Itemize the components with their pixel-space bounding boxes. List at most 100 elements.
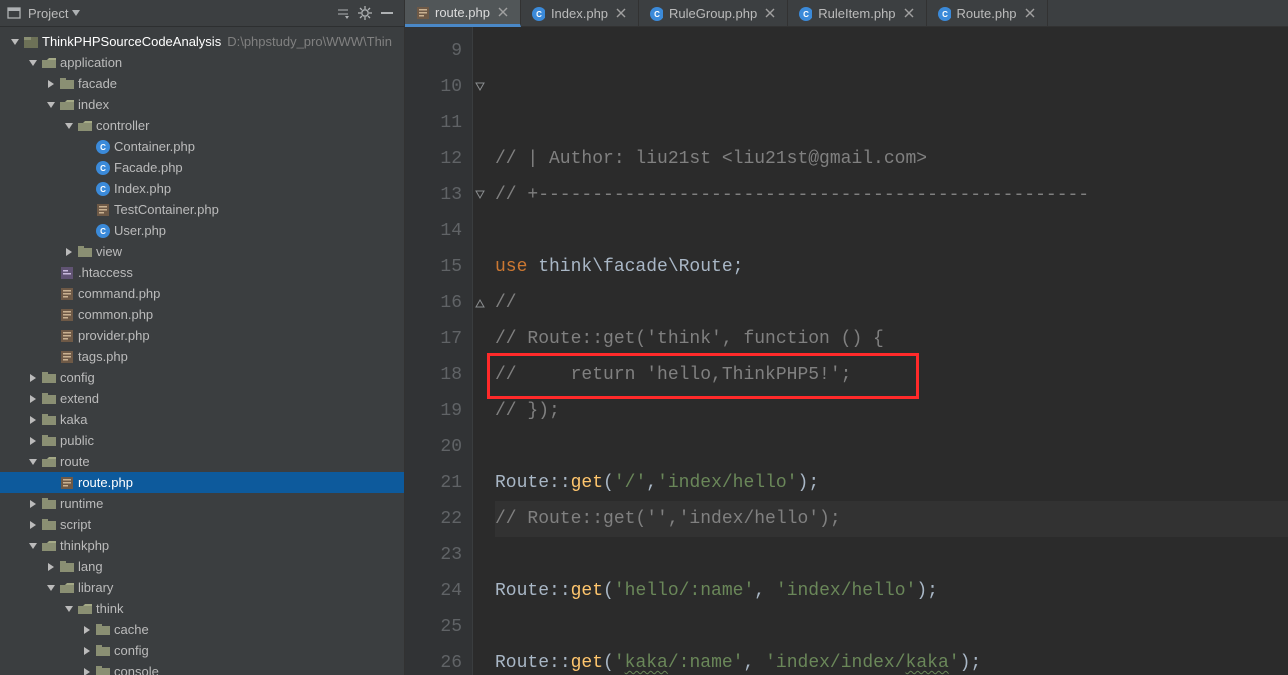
tree-node[interactable]: script xyxy=(0,514,404,535)
editor-tab[interactable]: CRuleItem.php xyxy=(788,0,926,26)
tree-collapse-icon[interactable] xyxy=(44,80,58,88)
line-number[interactable]: 16 xyxy=(405,285,462,321)
code-line[interactable]: // | Author: liu21st <liu21st@gmail.com> xyxy=(495,141,1288,177)
editor-tab[interactable]: route.php xyxy=(405,0,521,27)
tree-collapse-icon[interactable] xyxy=(80,668,94,675)
tree-node[interactable]: common.php xyxy=(0,304,404,325)
tree-node[interactable]: cache xyxy=(0,619,404,640)
code-line[interactable]: // }); xyxy=(495,393,1288,429)
line-number[interactable]: 23 xyxy=(405,537,462,573)
tree-node[interactable]: route.php xyxy=(0,472,404,493)
close-icon[interactable] xyxy=(614,6,628,20)
tree-expand-icon[interactable] xyxy=(26,542,40,550)
tree-expand-icon[interactable] xyxy=(26,59,40,67)
tree-node[interactable]: console xyxy=(0,661,404,675)
tree-node[interactable]: TestContainer.php xyxy=(0,199,404,220)
tree-expand-icon[interactable] xyxy=(62,122,76,130)
code-line[interactable]: Route::get('hello/:name', 'index/hello')… xyxy=(495,573,1288,609)
tree-node[interactable]: tags.php xyxy=(0,346,404,367)
tree-node[interactable]: lang xyxy=(0,556,404,577)
tree-node[interactable]: command.php xyxy=(0,283,404,304)
line-number[interactable]: 18 xyxy=(405,357,462,393)
code-line[interactable]: // xyxy=(495,285,1288,321)
line-number[interactable]: 9 xyxy=(405,33,462,69)
tree-collapse-icon[interactable] xyxy=(80,647,94,655)
tree-collapse-icon[interactable] xyxy=(26,374,40,382)
tree-collapse-icon[interactable] xyxy=(26,521,40,529)
tree-node[interactable]: CUser.php xyxy=(0,220,404,241)
line-number[interactable]: 13 xyxy=(405,177,462,213)
tree-node[interactable]: extend xyxy=(0,388,404,409)
tree-collapse-icon[interactable] xyxy=(44,563,58,571)
tree-node[interactable]: kaka xyxy=(0,409,404,430)
editor-tab[interactable]: CRoute.php xyxy=(927,0,1048,26)
tree-collapse-icon[interactable] xyxy=(26,395,40,403)
tree-node[interactable]: ThinkPHPSourceCodeAnalysisD:\phpstudy_pr… xyxy=(0,31,404,52)
line-number[interactable]: 24 xyxy=(405,573,462,609)
tree-node[interactable]: facade xyxy=(0,73,404,94)
tree-node[interactable]: thinkphp xyxy=(0,535,404,556)
tree-collapse-icon[interactable] xyxy=(26,500,40,508)
code-line[interactable] xyxy=(495,537,1288,573)
tree-node[interactable]: config xyxy=(0,367,404,388)
code-line[interactable]: // Route::get('think', function () { xyxy=(495,321,1288,357)
project-dropdown-caret[interactable] xyxy=(72,9,80,17)
line-number[interactable]: 19 xyxy=(405,393,462,429)
tree-node[interactable]: runtime xyxy=(0,493,404,514)
editor-tab[interactable]: CRuleGroup.php xyxy=(639,0,788,26)
tree-node[interactable]: .htaccess xyxy=(0,262,404,283)
line-number[interactable]: 25 xyxy=(405,609,462,645)
tree-node[interactable]: think xyxy=(0,598,404,619)
panel-options-icon[interactable] xyxy=(332,2,354,24)
line-number[interactable]: 17 xyxy=(405,321,462,357)
tree-node[interactable]: application xyxy=(0,52,404,73)
line-number[interactable]: 20 xyxy=(405,429,462,465)
tree-node[interactable]: config xyxy=(0,640,404,661)
project-tree[interactable]: ThinkPHPSourceCodeAnalysisD:\phpstudy_pr… xyxy=(0,27,404,675)
line-number[interactable]: 22 xyxy=(405,501,462,537)
tree-expand-icon[interactable] xyxy=(8,38,22,46)
code-line[interactable]: // return 'hello,ThinkPHP5!'; xyxy=(495,357,1288,393)
code-line[interactable] xyxy=(495,429,1288,465)
close-icon[interactable] xyxy=(902,6,916,20)
editor-tabbar[interactable]: route.phpCIndex.phpCRuleGroup.phpCRuleIt… xyxy=(405,0,1288,27)
tree-node[interactable]: public xyxy=(0,430,404,451)
hide-panel-icon[interactable] xyxy=(376,2,398,24)
line-number[interactable]: 14 xyxy=(405,213,462,249)
code-canvas[interactable]: // | Author: liu21st <liu21st@gmail.com>… xyxy=(473,27,1288,675)
tree-collapse-icon[interactable] xyxy=(62,248,76,256)
tree-collapse-icon[interactable] xyxy=(80,626,94,634)
line-number[interactable]: 11 xyxy=(405,105,462,141)
tree-node[interactable]: view xyxy=(0,241,404,262)
close-icon[interactable] xyxy=(763,6,777,20)
tree-node[interactable]: index xyxy=(0,94,404,115)
line-number-gutter[interactable]: 91011121314151617181920212223242526 xyxy=(405,27,473,675)
code-line[interactable] xyxy=(495,609,1288,645)
tree-node[interactable]: CIndex.php xyxy=(0,178,404,199)
code-line[interactable]: use think\facade\Route; xyxy=(495,249,1288,285)
line-number[interactable]: 12 xyxy=(405,141,462,177)
code-line[interactable]: // +------------------------------------… xyxy=(495,177,1288,213)
code-line[interactable] xyxy=(495,213,1288,249)
code-line[interactable]: Route::get('/','index/hello'); xyxy=(495,465,1288,501)
tree-node[interactable]: CContainer.php xyxy=(0,136,404,157)
tree-node[interactable]: CFacade.php xyxy=(0,157,404,178)
line-number[interactable]: 10 xyxy=(405,69,462,105)
tree-expand-icon[interactable] xyxy=(44,584,58,592)
line-number[interactable]: 26 xyxy=(405,645,462,675)
line-number[interactable]: 21 xyxy=(405,465,462,501)
code-line[interactable]: Route::get('kaka/:name', 'index/index/ka… xyxy=(495,645,1288,675)
tree-node[interactable]: controller xyxy=(0,115,404,136)
tree-expand-icon[interactable] xyxy=(26,458,40,466)
gear-icon[interactable] xyxy=(354,2,376,24)
tree-node[interactable]: provider.php xyxy=(0,325,404,346)
tree-expand-icon[interactable] xyxy=(62,605,76,613)
tree-node[interactable]: library xyxy=(0,577,404,598)
editor-tab[interactable]: CIndex.php xyxy=(521,0,639,26)
close-icon[interactable] xyxy=(496,5,510,19)
code-line[interactable]: // Route::get('','index/hello'); xyxy=(495,501,1288,537)
tree-node[interactable]: route xyxy=(0,451,404,472)
project-title[interactable]: Project xyxy=(28,6,68,21)
line-number[interactable]: 15 xyxy=(405,249,462,285)
tree-expand-icon[interactable] xyxy=(44,101,58,109)
